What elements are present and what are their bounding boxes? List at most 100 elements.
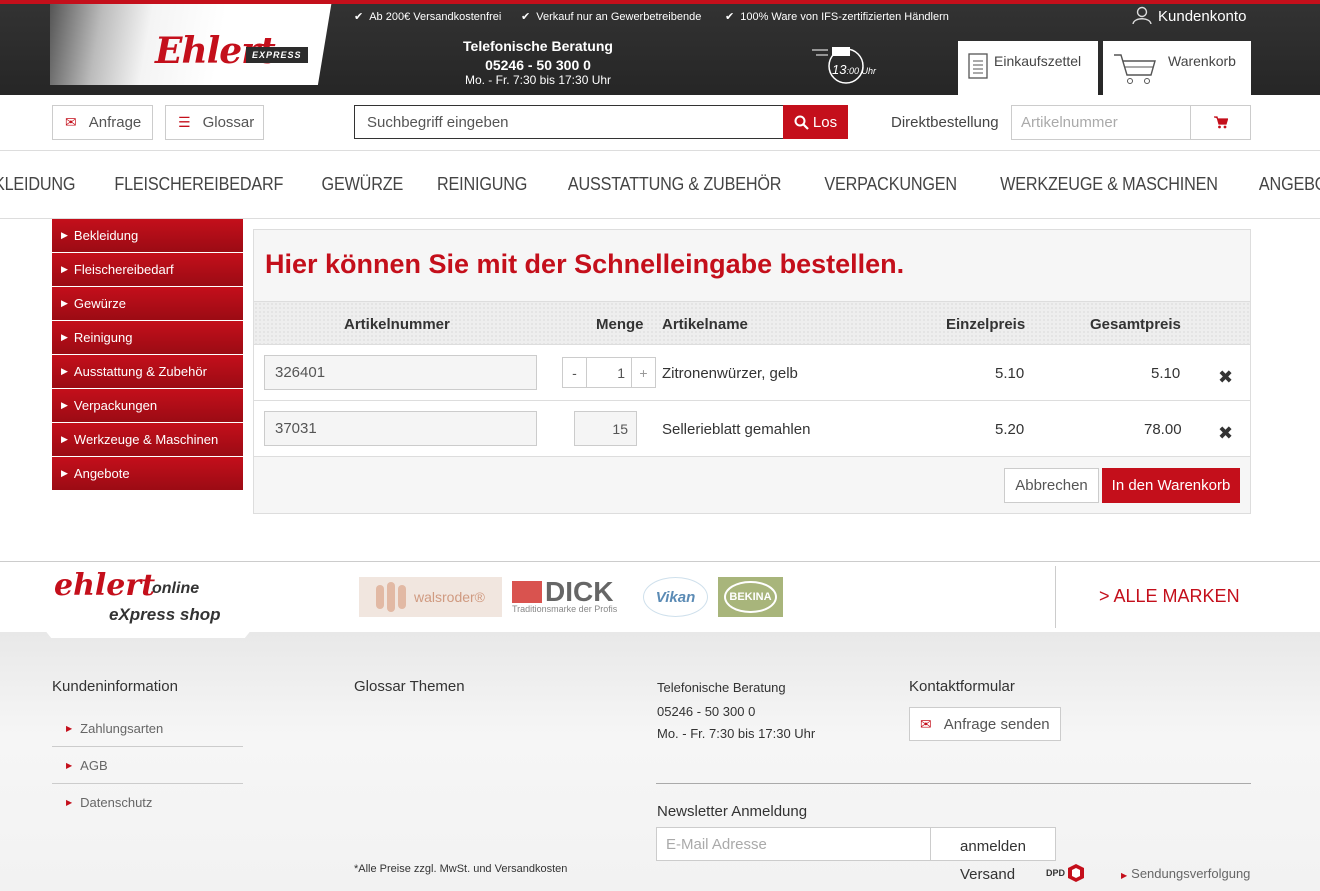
caret-right-icon: ▶ <box>61 468 68 478</box>
tracking-link[interactable]: ▶ Sendungsverfolgung <box>1121 866 1250 881</box>
glossary-label: Glossar <box>202 114 255 131</box>
page-title: Hier können Sie mit der Schnelleingabe b… <box>265 249 905 279</box>
caret-right-icon: ▶ <box>61 230 68 240</box>
nav-item-gewuerze[interactable]: GEWÜRZE <box>322 174 404 195</box>
glossary-button[interactable]: ☰ Glossar <box>165 105 264 140</box>
customer-account-link[interactable]: Kundenkonto <box>1132 6 1246 25</box>
cart-icon <box>1114 54 1156 84</box>
caret-right-icon: ▶ <box>61 434 68 444</box>
divider <box>656 783 1251 784</box>
search-input[interactable]: Suchbegriff eingeben <box>354 105 784 139</box>
usp-item: ✔ Ab 200€ Versandkostenfrei <box>354 10 501 23</box>
account-label: Kundenkonto <box>1158 8 1247 25</box>
usp-text: Verkauf nur an Gewerbetreibende <box>536 11 702 23</box>
nav-item-bekleidung[interactable]: BEKLEIDUNG <box>0 174 76 195</box>
footer-phone-hours: Mo. - Fr. 7:30 bis 17:30 Uhr <box>657 726 816 741</box>
unit-price: 5.20 <box>995 421 1025 438</box>
table-row: 326401 - 1 + Zitronenwürzer, gelb 5.10 5… <box>254 345 1250 401</box>
footer-logo-express: eXpress shop <box>109 605 221 624</box>
main-navigation: BEKLEIDUNG FLEISCHEREIBEDARF GEWÜRZE REI… <box>0 151 1320 218</box>
list-icon: ☰ <box>178 114 191 130</box>
quantity-input[interactable]: 1 <box>587 358 631 387</box>
caret-right-icon: ▶ <box>61 400 68 410</box>
nav-item-angebote[interactable]: ANGEBOTE <box>1259 174 1320 195</box>
brand-logo-vikan[interactable]: Vikan <box>643 577 708 617</box>
sidebar-item-bekleidung[interactable]: ▶ Bekleidung <box>52 219 243 253</box>
footer-link-agb[interactable]: ▶ AGB <box>52 747 243 784</box>
envelope-icon: ✉ <box>920 715 932 732</box>
dpd-logo: DPD <box>1046 863 1086 883</box>
envelope-icon: ✉ <box>65 114 77 130</box>
phone-hours: Mo. - Fr. 7:30 bis 17:30 Uhr <box>464 73 612 87</box>
article-number-input[interactable]: 37031 <box>264 411 537 446</box>
direct-order-label: Direktbestellung <box>891 114 999 131</box>
nav-item-reinigung[interactable]: REINIGUNG <box>437 174 527 195</box>
sidebar-item-fleischereibedarf[interactable]: ▶ Fleischereibedarf <box>52 253 243 287</box>
column-header-total-price: Gesamtpreis <box>1090 316 1181 333</box>
caret-right-icon: ▶ <box>66 760 73 770</box>
search-button[interactable]: Los <box>783 105 848 139</box>
check-icon: ✔ <box>354 11 364 23</box>
decrement-button[interactable]: - <box>563 358 587 387</box>
send-inquiry-button[interactable]: ✉ Anfrage senden <box>909 707 1061 741</box>
nav-item-ausstattung[interactable]: AUSSTATTUNG & ZUBEHÖR <box>568 174 782 195</box>
column-header-unit-price: Einzelpreis <box>946 316 1026 333</box>
remove-row-icon[interactable]: ✖ <box>1218 423 1233 444</box>
sidebar-item-ausstattung[interactable]: ▶ Ausstattung & Zubehör <box>52 355 243 389</box>
shopping-list-button[interactable]: Einkaufszettel <box>958 41 1098 95</box>
increment-button[interactable]: + <box>631 358 655 387</box>
footer-link-zahlungsarten[interactable]: ▶ Zahlungsarten <box>52 710 243 747</box>
footer-logo-wordmark: ehlert <box>54 568 156 603</box>
inquiry-button[interactable]: ✉ Anfrage <box>52 105 153 140</box>
sidebar-item-verpackungen[interactable]: ▶ Verpackungen <box>52 389 243 423</box>
direct-order-input[interactable]: Artikelnummer <box>1011 105 1191 140</box>
search-icon <box>794 115 809 130</box>
sidebar-item-angebote[interactable]: ▶ Angebote <box>52 457 243 491</box>
usp-item: ✔ 100% Ware von IFS-zertifizierten Händle… <box>725 10 949 23</box>
phone-number[interactable]: 05246 - 50 300 0 <box>440 57 636 73</box>
quantity-stepper: - 1 + <box>562 357 656 388</box>
remove-row-icon[interactable]: ✖ <box>1218 367 1233 388</box>
brand-logo-walsroder[interactable]: walsroder® <box>359 577 502 617</box>
add-to-cart-button[interactable]: In den Warenkorb <box>1102 468 1240 503</box>
brand-logo-dick[interactable]: DICK Traditionsmarke der Profis <box>512 577 632 617</box>
cart-label: Warenkorb <box>1168 53 1236 69</box>
user-icon <box>1132 6 1152 25</box>
column-header-article-name: Artikelname <box>662 316 748 333</box>
contact-form-title: Kontaktformular <box>909 678 1015 695</box>
shopping-list-label: Einkaufszettel <box>994 53 1082 69</box>
price-note: *Alle Preise zzgl. MwSt. und Versandkost… <box>354 863 568 875</box>
brand-logo-bekina[interactable]: BEKINA <box>718 577 783 617</box>
footer-link-datenschutz[interactable]: ▶ Datenschutz <box>52 784 243 821</box>
search-button-label: Los <box>812 113 838 131</box>
table-row: 37031 15 Sellerieblatt gemahlen 5.20 78.… <box>254 401 1250 457</box>
nav-item-fleischereibedarf[interactable]: FLEISCHEREIBEDARF <box>115 174 284 195</box>
newsletter-email-input[interactable]: E-Mail Adresse <box>656 827 931 861</box>
footer-logo-online: online <box>152 580 200 597</box>
nav-item-werkzeuge[interactable]: WERKZEUGE & MASCHINEN <box>1000 174 1218 195</box>
nav-item-verpackungen[interactable]: VERPACKUNGEN <box>824 174 957 195</box>
dick-mark-icon <box>512 581 542 603</box>
walsroder-mark-icon <box>375 585 384 609</box>
quantity-input[interactable]: 15 <box>574 411 637 446</box>
all-brands-link[interactable]: > ALLE MARKEN <box>1099 586 1240 607</box>
cancel-button[interactable]: Abbrechen <box>1004 468 1099 503</box>
sidebar-item-gewuerze[interactable]: ▶ Gewürze <box>52 287 243 321</box>
total-price: 78.00 <box>1144 421 1182 438</box>
caret-right-icon: ▶ <box>61 366 68 376</box>
direct-order-cart-button[interactable] <box>1190 105 1251 140</box>
caret-right-icon: ▶ <box>66 723 73 733</box>
caret-right-icon: ▶ <box>66 798 73 807</box>
usp-text: Ab 200€ Versandkostenfrei <box>369 11 502 23</box>
footer-phone-title: Telefonische Beratung <box>657 680 786 695</box>
newsletter-subscribe-button[interactable]: anmelden <box>930 827 1056 861</box>
check-icon: ✔ <box>521 11 531 23</box>
footer-phone-number[interactable]: 05246 - 50 300 0 <box>657 704 755 719</box>
total-price: 5.10 <box>1151 365 1181 382</box>
cart-button[interactable]: Warenkorb <box>1103 41 1251 95</box>
caret-right-icon: ▶ <box>61 264 68 274</box>
article-number-input[interactable]: 326401 <box>264 355 537 390</box>
sidebar-item-werkzeuge[interactable]: ▶ Werkzeuge & Maschinen <box>52 423 243 457</box>
sidebar-item-reinigung[interactable]: ▶ Reinigung <box>52 321 243 355</box>
usp-item: ✔ Verkauf nur an Gewerbetreibende <box>521 10 701 23</box>
